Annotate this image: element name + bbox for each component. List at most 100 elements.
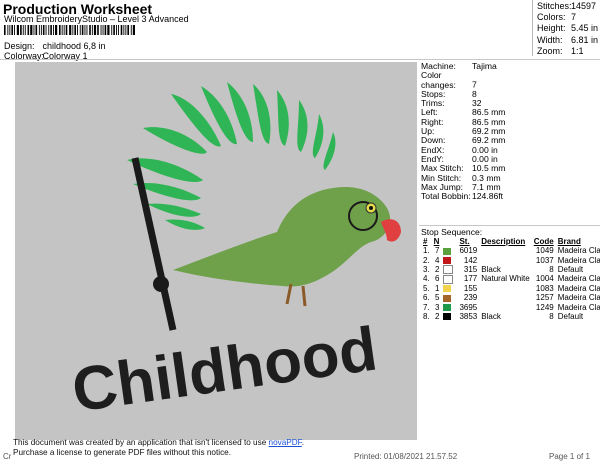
parrot-legs [285, 283, 307, 307]
row-index: 6. [423, 293, 430, 303]
row-brand: Madeira Classic 40 [557, 274, 600, 284]
color-swatch [443, 285, 452, 293]
row-code: 8 [549, 311, 554, 321]
row-swatch [441, 255, 457, 264]
footer-left: Cr [3, 452, 12, 461]
table-row: 2. 4 142 1037Madeira Classic 40 [421, 255, 600, 265]
row-description [479, 284, 531, 293]
row-swatch [441, 265, 457, 275]
row-needle: 3 [435, 302, 440, 312]
row-swatch [441, 312, 457, 321]
stat-width: Width: 6.81 in [537, 34, 599, 45]
stop-sequence-table: # N St. Description Code Brand 1. 7 6019 10… [421, 237, 600, 321]
row-description [479, 255, 531, 264]
design-text: Childhood [68, 315, 381, 426]
design-preview: Childhood [15, 62, 417, 440]
parrot-pupil [369, 206, 373, 210]
row-index: 4. [423, 274, 430, 284]
row-needle: 2 [435, 264, 440, 274]
row-brand: Madeira Classic 40 [557, 293, 600, 303]
row-description [479, 293, 531, 302]
table-row: 6. 5 239 1257Madeira Classic 40 [421, 293, 600, 302]
parrot-embroidery-image: Childhood [68, 82, 401, 426]
color-swatch [443, 274, 454, 284]
row-brand: Default [557, 311, 584, 321]
row-swatch [441, 284, 457, 293]
top-stats-divider [532, 0, 533, 56]
row-code: 8 [549, 264, 554, 274]
row-code: 1037 [535, 255, 554, 265]
notice-line2: Purchase a license to generate PDF files… [13, 448, 231, 458]
col-n: N [433, 237, 440, 246]
col-code: Code [533, 237, 554, 246]
color-swatch [443, 303, 452, 311]
row-stitches: 6019 [459, 246, 478, 256]
row-stitches: 177 [463, 274, 478, 284]
col-swatch [441, 237, 457, 246]
col-index: # [423, 237, 428, 246]
row-description [479, 246, 531, 255]
color-swatch [443, 313, 452, 321]
printed-timestamp: Printed: 01/08/2021 21.57.52 [354, 452, 458, 461]
stat-height: Height: 5.45 in [537, 23, 599, 34]
machine-info: Machine: Tajima Color changes: 7 Stops: 8 T… [421, 61, 505, 202]
row-needle: 7 [435, 246, 440, 256]
row-brand: Madeira Classic 40 [557, 302, 600, 312]
row-brand: Madeira Classic 40 [557, 255, 600, 265]
stat-colors: Colors: 7 [537, 12, 577, 23]
notice-suffix: . [301, 438, 305, 447]
table-header-row: # N St. Description Code Brand [421, 237, 600, 246]
row-description: Natural White [481, 274, 530, 284]
row-index: 8. [423, 311, 430, 321]
stat-stitches: Stitches:14597 [537, 1, 597, 11]
row-stitches: 315 [463, 264, 478, 274]
header-divider [0, 59, 600, 60]
design-label: Design: [4, 41, 35, 51]
row-swatch [441, 246, 457, 255]
row-brand: Madeira Classic 40 [557, 246, 600, 256]
col-description: Description [481, 237, 526, 246]
color-swatch [443, 256, 452, 264]
row-index: 1. [423, 246, 430, 256]
row-description [479, 302, 531, 311]
col-brand: Brand [557, 237, 581, 246]
color-swatch [443, 265, 454, 275]
row-description: Black [481, 311, 501, 321]
stop-sequence-divider [419, 225, 600, 226]
row-swatch [441, 293, 457, 302]
row-stitches: 155 [463, 283, 478, 293]
color-swatch [443, 247, 452, 255]
design-value: childhood 6,8 in [42, 41, 106, 51]
table-row: 1. 7 6019 1049Madeira Classic 40 [421, 246, 600, 255]
design-row: Design: childhood 6,8 in [4, 41, 106, 51]
row-index: 3. [423, 264, 430, 274]
novapdf-link[interactable]: novaPDF [269, 438, 302, 447]
parrot-body [173, 186, 391, 287]
table-row: 5. 1 155 1083Madeira Classic 40 [421, 284, 600, 293]
row-brand: Madeira Classic 40 [557, 283, 600, 293]
row-code: 1249 [535, 302, 554, 312]
license-notice: This document was created by an applicat… [13, 438, 304, 459]
table-row: 7. 3 3695 1249Madeira Classic 40 [421, 302, 600, 312]
row-code: 1083 [535, 283, 554, 293]
stat-zoom: Zoom: 1:1 [537, 45, 584, 56]
row-swatch [441, 302, 457, 311]
row-code: 1004 [535, 274, 554, 284]
row-index: 7. [423, 302, 430, 312]
row-index: 2. [423, 255, 430, 265]
row-needle: 1 [435, 283, 440, 293]
table-row: 4. 6 177Natural White 1004Madeira Classic 4… [421, 274, 600, 284]
stop-sequence-title: Stop Sequence: [421, 227, 483, 237]
row-code: 1049 [535, 246, 554, 256]
table-row: 3. 2 315 Black 8 Default [421, 264, 600, 275]
barcode [4, 25, 135, 35]
row-description: Black [481, 264, 501, 274]
info-row: Total Bobbin:124.86ft [421, 191, 504, 202]
row-brand: Default [557, 264, 584, 274]
color-swatch [443, 294, 452, 302]
software-subtitle: Wilcom EmbroideryStudio – Level 3 Advanc… [4, 14, 189, 24]
row-needle: 4 [435, 255, 440, 265]
row-needle: 6 [435, 274, 440, 284]
row-stitches: 239 [463, 293, 478, 303]
table-row: 8. 2 3853 Black 8 Default [421, 312, 600, 321]
